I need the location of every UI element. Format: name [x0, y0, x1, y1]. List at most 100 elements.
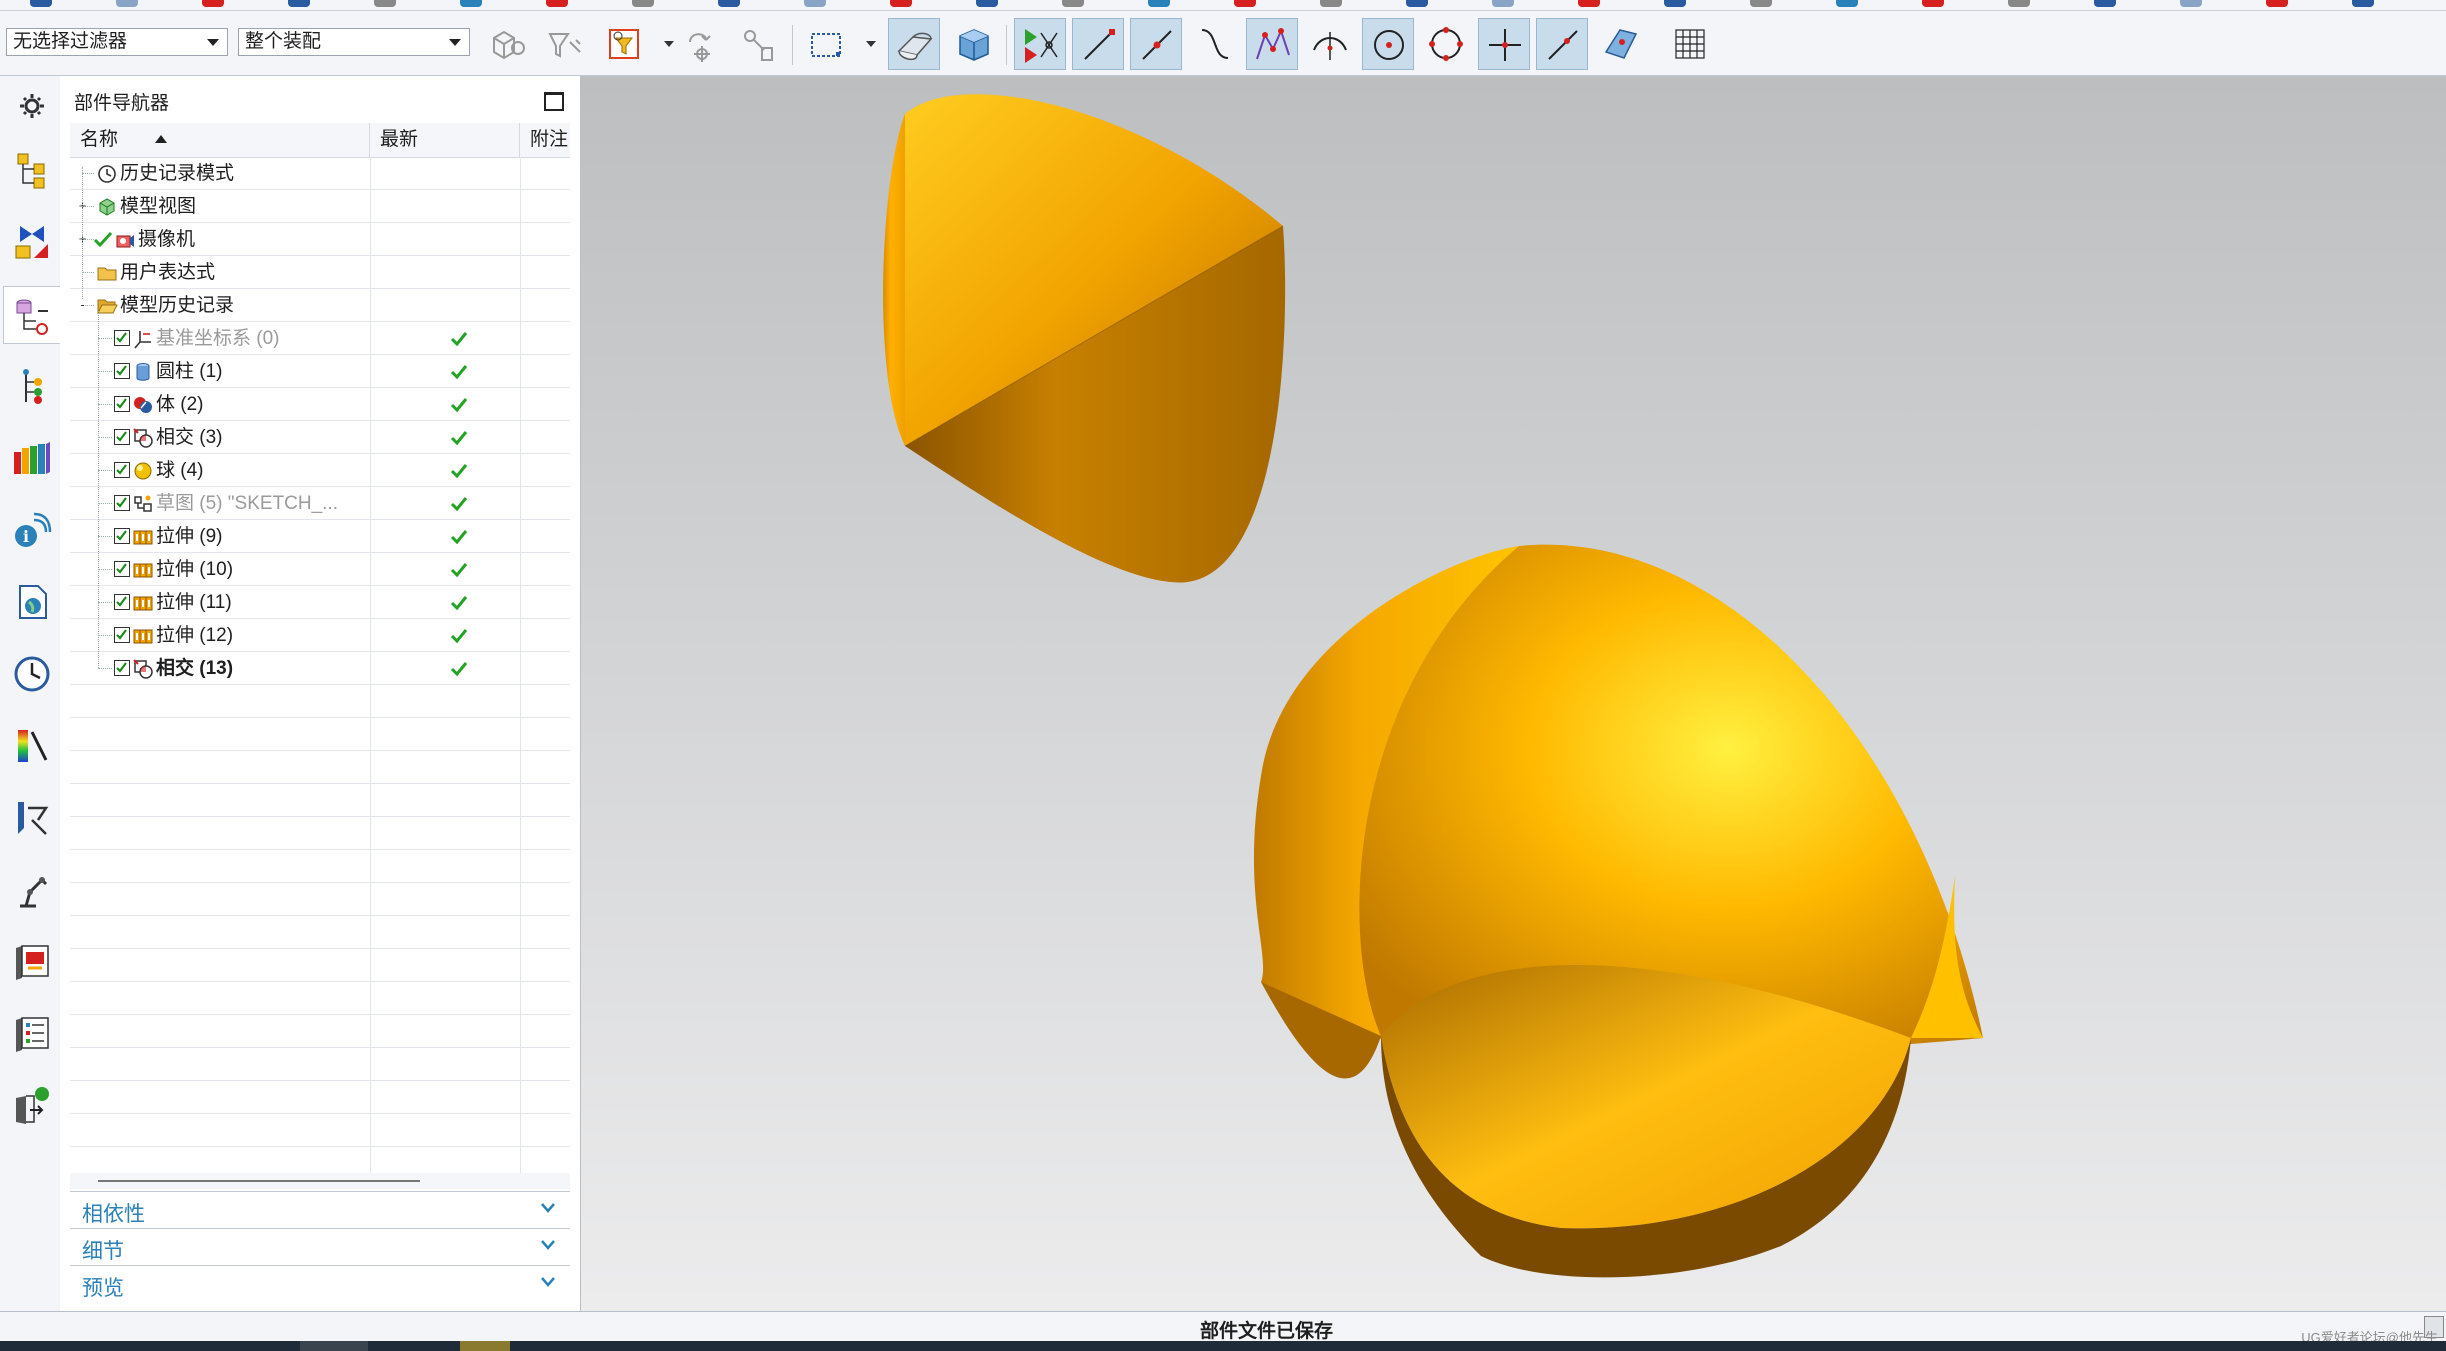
- chevron-down-icon[interactable]: [207, 39, 219, 46]
- chevron-down-icon[interactable]: [540, 1237, 556, 1253]
- ribbon-icon[interactable]: [718, 0, 740, 7]
- tree-row[interactable]: 拉伸 (12): [70, 619, 570, 652]
- snap-enable-button[interactable]: [1014, 18, 1066, 70]
- visualization-button[interactable]: [4, 718, 56, 774]
- assembly-filter-button[interactable]: [482, 18, 534, 70]
- grid-button[interactable]: [1664, 18, 1716, 70]
- ribbon-icon[interactable]: [1148, 0, 1170, 7]
- tree-row[interactable]: 用户表达式: [70, 256, 570, 289]
- reuse-library-button[interactable]: [4, 358, 56, 414]
- column-latest-header[interactable]: 最新: [370, 123, 520, 157]
- tree-row[interactable]: 相交 (13): [70, 652, 570, 685]
- section-details[interactable]: 细节: [70, 1228, 570, 1265]
- tree-row[interactable]: 拉伸 (11): [70, 586, 570, 619]
- chevron-down-icon[interactable]: [540, 1274, 556, 1290]
- tree-row[interactable]: 球 (4): [70, 454, 570, 487]
- hd3d-button[interactable]: [4, 574, 56, 630]
- select-bodies-button[interactable]: [948, 18, 1000, 70]
- ribbon-icon[interactable]: [546, 0, 568, 7]
- ribbon-icon[interactable]: [976, 0, 998, 7]
- ribbon-icon[interactable]: [1406, 0, 1428, 7]
- tree-row[interactable]: 历史记录模式: [70, 157, 570, 190]
- ribbon-icon[interactable]: [1234, 0, 1256, 7]
- visibility-checkbox[interactable]: [114, 429, 130, 445]
- tree-row[interactable]: - 模型历史记录: [70, 289, 570, 322]
- visibility-checkbox[interactable]: [114, 561, 130, 577]
- tree-row[interactable]: 基准坐标系 (0): [70, 322, 570, 355]
- ribbon-icon[interactable]: [1320, 0, 1342, 7]
- ribbon-icon[interactable]: [30, 0, 52, 7]
- ribbon-icon[interactable]: [1750, 0, 1772, 7]
- ribbon-icon[interactable]: [1664, 0, 1686, 7]
- control-point-button[interactable]: [1188, 18, 1240, 70]
- mid-point-button[interactable]: [1130, 18, 1182, 70]
- teamcenter-button[interactable]: [4, 1078, 56, 1134]
- section-dependencies[interactable]: 相依性: [70, 1191, 570, 1228]
- tree-row[interactable]: 草图 (5) "SKETCH_...: [70, 487, 570, 520]
- ribbon-icon[interactable]: [1062, 0, 1084, 7]
- ribbon-icon[interactable]: [1492, 0, 1514, 7]
- visibility-checkbox[interactable]: [114, 396, 130, 412]
- visibility-checkbox[interactable]: [114, 660, 130, 676]
- maximize-icon[interactable]: [544, 92, 564, 111]
- collapse-icon[interactable]: -: [78, 298, 87, 311]
- ribbon-icon[interactable]: [2352, 0, 2374, 7]
- ribbon-icon[interactable]: [804, 0, 826, 7]
- palette-button[interactable]: [4, 1006, 56, 1062]
- process-studio-button[interactable]: [4, 790, 56, 846]
- taskbar-item[interactable]: [460, 1341, 510, 1351]
- circle-center-button[interactable]: [1362, 18, 1414, 70]
- intersection-point-button[interactable]: [1246, 18, 1298, 70]
- visibility-checkbox[interactable]: [114, 330, 130, 346]
- part-navigator-button[interactable]: [3, 286, 62, 344]
- tree-row[interactable]: 拉伸 (10): [70, 553, 570, 586]
- tree-row[interactable]: 体 (2): [70, 388, 570, 421]
- visibility-checkbox[interactable]: [114, 594, 130, 610]
- scrollbar-thumb[interactable]: [98, 1180, 420, 1182]
- ribbon-icon[interactable]: [374, 0, 396, 7]
- graphics-window[interactable]: [581, 76, 2446, 1311]
- visibility-checkbox[interactable]: [114, 462, 130, 478]
- select-faces-button[interactable]: [888, 18, 940, 70]
- tree-row[interactable]: + 摄像机: [70, 223, 570, 256]
- section-preview[interactable]: 预览: [70, 1265, 570, 1302]
- ribbon-icon[interactable]: [2180, 0, 2202, 7]
- existing-point-button[interactable]: [1478, 18, 1530, 70]
- scope-select[interactable]: 整个装配: [238, 28, 470, 56]
- assembly-navigator-button[interactable]: [4, 142, 56, 198]
- chevron-down-icon[interactable]: [866, 41, 876, 47]
- snap-filter-button[interactable]: [540, 18, 592, 70]
- ribbon-icon[interactable]: [1922, 0, 1944, 7]
- web-browser-button[interactable]: [4, 934, 56, 990]
- point-on-face-button[interactable]: [1594, 18, 1646, 70]
- point-on-curve-button[interactable]: [1536, 18, 1588, 70]
- tree-row[interactable]: 相交 (3): [70, 421, 570, 454]
- ribbon-icon[interactable]: [1836, 0, 1858, 7]
- visibility-checkbox[interactable]: [114, 495, 130, 511]
- ribbon-icon[interactable]: [2008, 0, 2030, 7]
- ribbon-icon[interactable]: [2094, 0, 2116, 7]
- intersect-body-13[interactable]: [1253, 544, 1983, 1278]
- ribbon-icon[interactable]: [116, 0, 138, 7]
- filter-select[interactable]: 无选择过滤器: [6, 28, 228, 56]
- tree-row[interactable]: 圆柱 (1): [70, 355, 570, 388]
- info-button[interactable]: i: [4, 502, 56, 558]
- visibility-checkbox[interactable]: [114, 528, 130, 544]
- ribbon-icon[interactable]: [202, 0, 224, 7]
- ribbon-icon[interactable]: [2266, 0, 2288, 7]
- visibility-checkbox[interactable]: [114, 627, 130, 643]
- history-button[interactable]: [4, 646, 56, 702]
- ribbon-icon[interactable]: [460, 0, 482, 7]
- tree-row[interactable]: + 模型视图: [70, 190, 570, 223]
- taskbar-item[interactable]: [300, 1341, 368, 1351]
- snap-point-button[interactable]: [674, 18, 726, 70]
- column-name-header[interactable]: 名称: [70, 123, 370, 157]
- tree-row[interactable]: 拉伸 (9): [70, 520, 570, 553]
- settings-button[interactable]: [4, 78, 56, 134]
- chevron-down-icon[interactable]: [664, 41, 674, 47]
- ribbon-icon[interactable]: [632, 0, 654, 7]
- ribbon-icon[interactable]: [288, 0, 310, 7]
- intersect-body-3[interactable]: [883, 94, 1286, 583]
- library-button[interactable]: [4, 430, 56, 486]
- rectangle-select-button[interactable]: [800, 18, 852, 70]
